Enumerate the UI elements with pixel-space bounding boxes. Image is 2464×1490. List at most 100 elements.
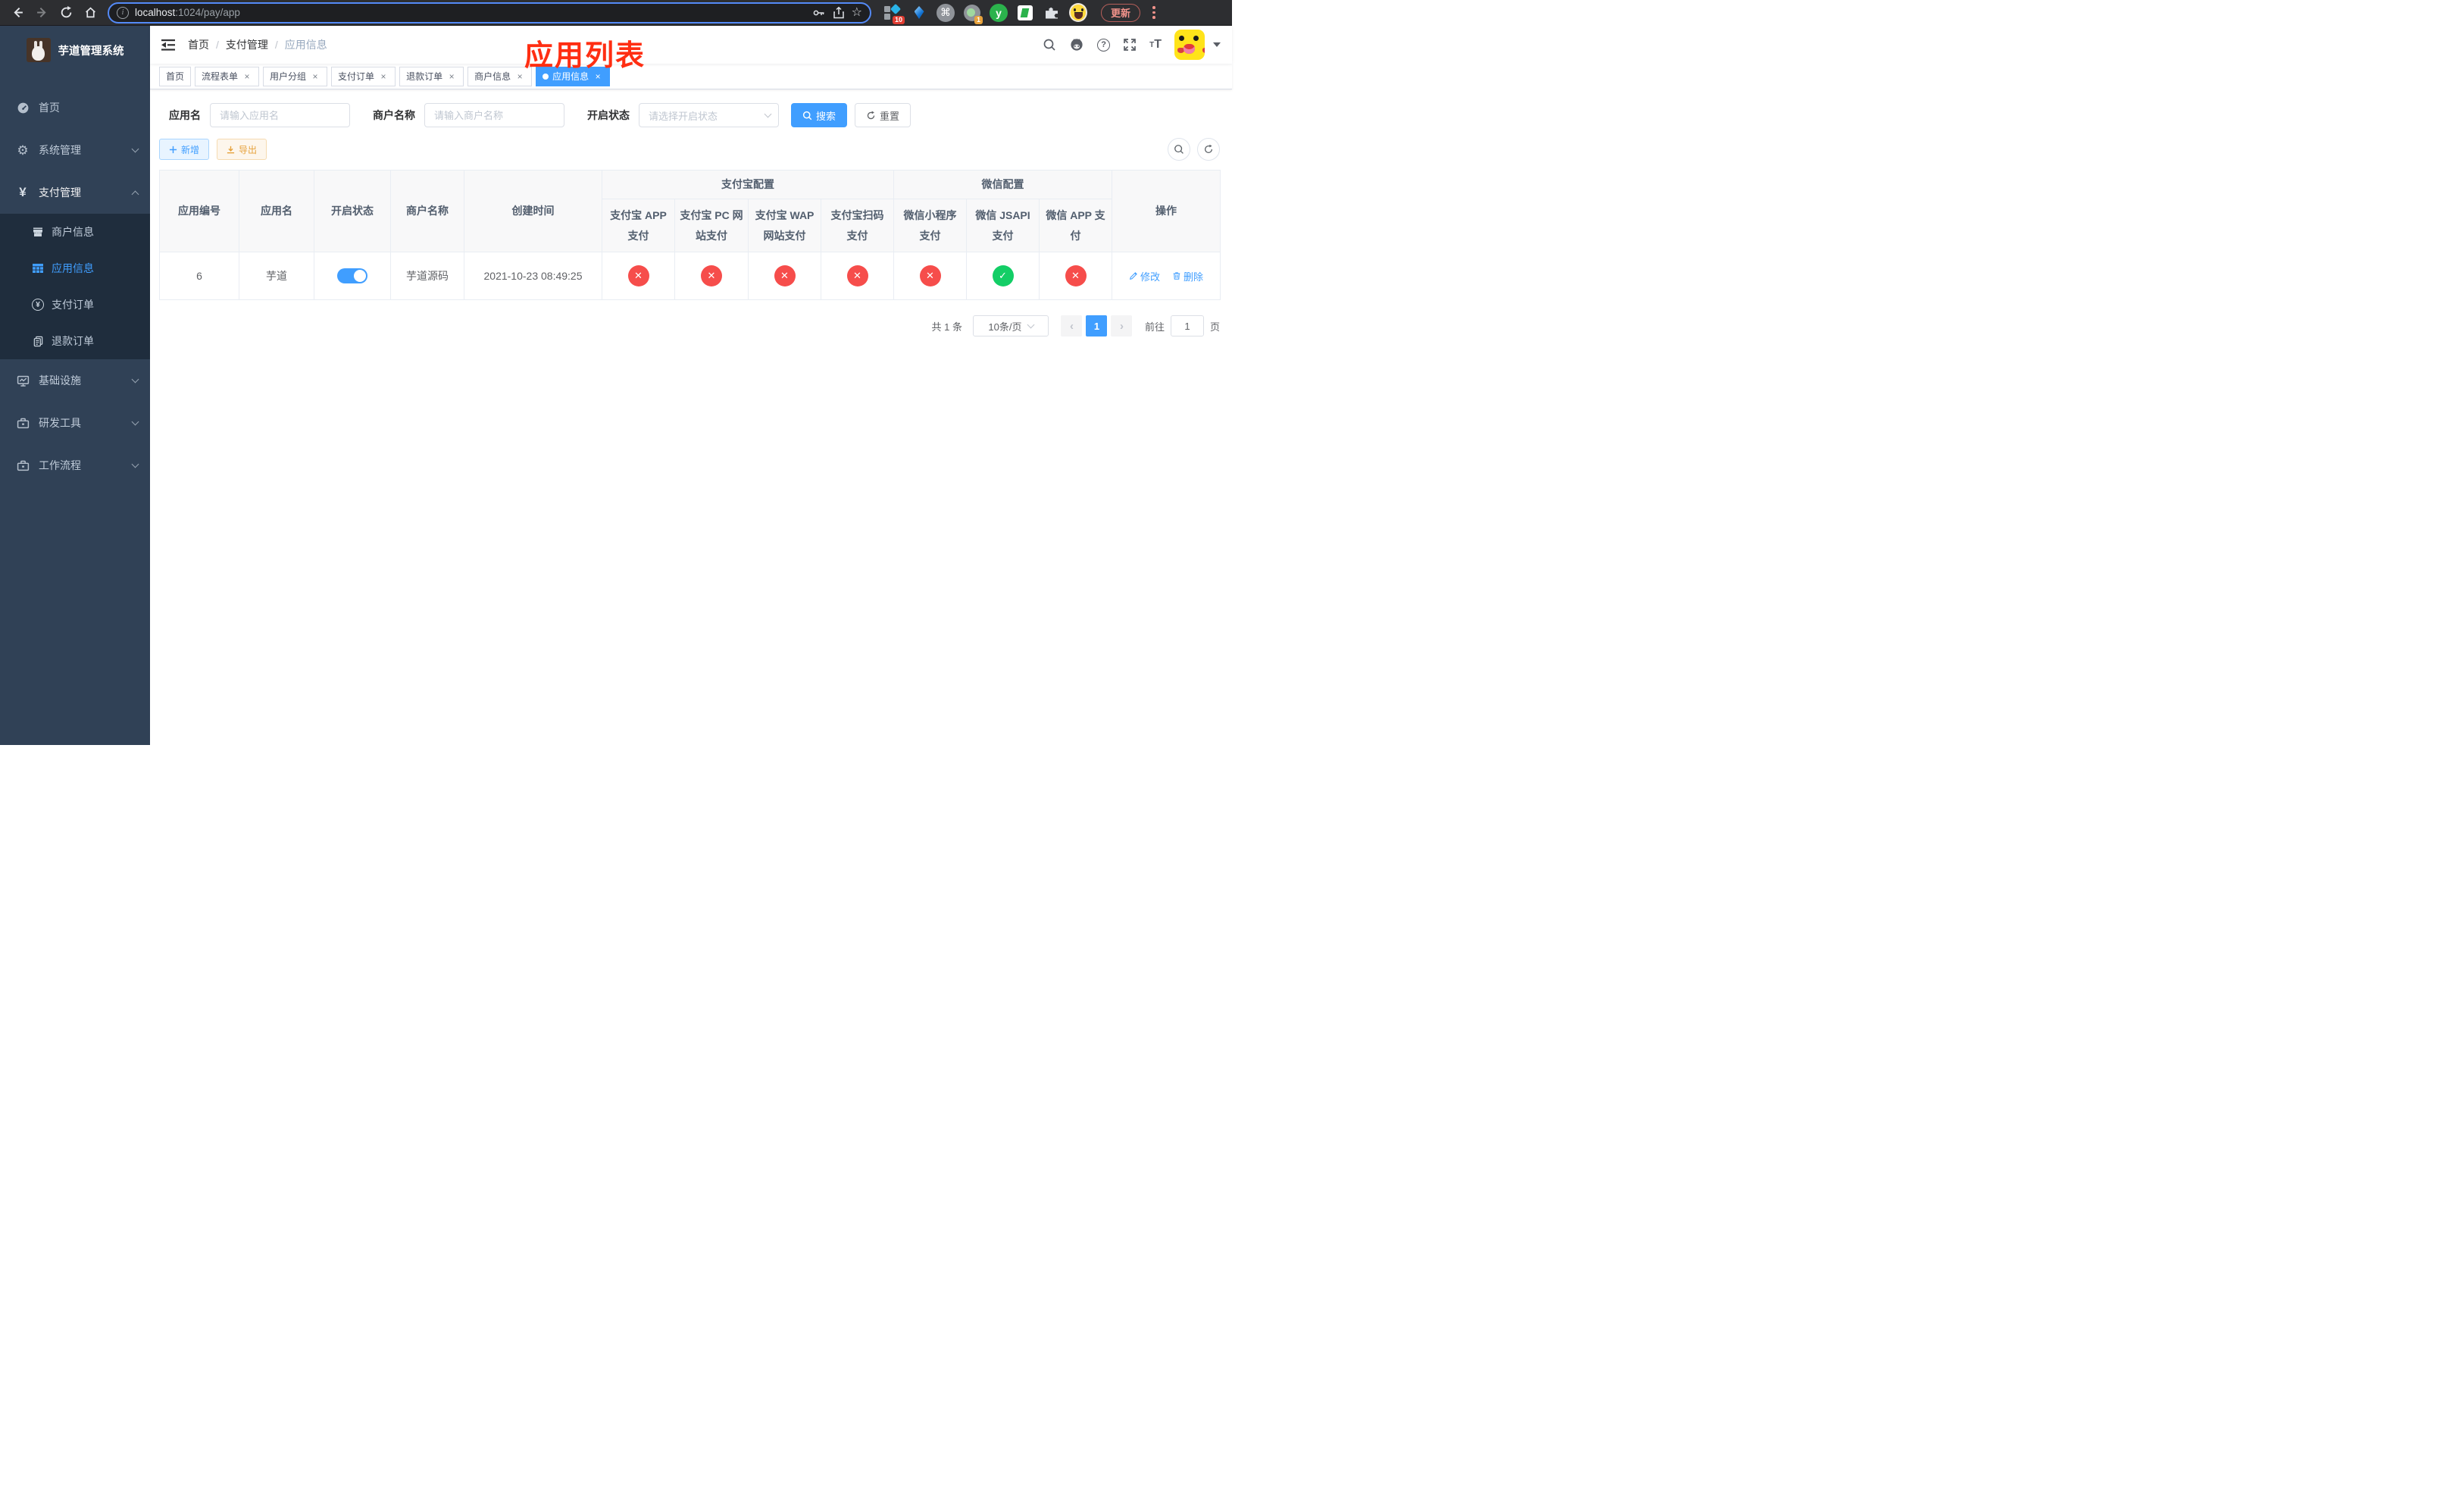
grid-table-icon [29, 262, 47, 274]
group-alipay-config: 支付宝配置 [602, 170, 894, 199]
github-icon[interactable] [1069, 37, 1084, 52]
close-icon[interactable]: × [514, 71, 525, 82]
avatar-caret-icon[interactable] [1213, 42, 1221, 47]
delete-button[interactable]: 删除 [1172, 269, 1203, 283]
tab-user-group[interactable]: 用户分组 × [263, 66, 328, 86]
sidebar-item-infrastructure[interactable]: 基础设施 [0, 359, 150, 402]
back-icon[interactable] [8, 3, 27, 23]
tab-process-form[interactable]: 流程表单 × [195, 66, 260, 86]
col-app-id: 应用编号 [159, 169, 239, 253]
site-info-icon[interactable]: i [117, 6, 129, 19]
app-name-label: 应用名 [169, 109, 201, 121]
y-extension-icon[interactable]: y [990, 3, 1008, 22]
gear-icon [14, 144, 32, 157]
sidebar-item-workflow[interactable]: 工作流程 [0, 444, 150, 487]
page-size-select[interactable]: 10条/页 [972, 315, 1049, 337]
col-actions: 操作 [1112, 169, 1221, 253]
font-size-icon[interactable]: TT [1149, 38, 1162, 52]
sidebar-item-dev-tools[interactable]: 研发工具 [0, 402, 150, 444]
col-wechat-mini: 微信小程序支付 [893, 198, 967, 253]
sidebar-item-pay-order[interactable]: ¥ 支付订单 [0, 286, 150, 323]
next-page-button[interactable]: › [1111, 315, 1133, 337]
close-icon[interactable]: × [446, 71, 457, 82]
extensions-tray: 10 ⌘ 1 y [883, 3, 1087, 24]
toolbox-icon [14, 417, 32, 430]
forward-icon[interactable] [32, 3, 52, 23]
share-icon[interactable] [832, 6, 846, 20]
col-wechat-jsapi: 微信 JSAPI 支付 [966, 198, 1040, 253]
export-button[interactable]: 导出 [217, 139, 267, 160]
breadcrumb-payment[interactable]: 支付管理 [226, 37, 268, 52]
kite-extension-icon[interactable] [910, 4, 928, 22]
breadcrumb: 首页 / 支付管理 / 应用信息 [188, 37, 327, 52]
group-wechat-config: 微信配置 [893, 170, 1112, 199]
tab-merchant-info[interactable]: 商户信息 × [467, 66, 533, 86]
tab-refund-order[interactable]: 退款订单 × [399, 66, 464, 86]
yen-icon [14, 185, 32, 200]
profile-avatar[interactable] [1069, 3, 1087, 22]
bookmark-star-icon[interactable]: ☆ [852, 6, 862, 19]
breadcrumb-home[interactable]: 首页 [188, 37, 209, 52]
url-bar[interactable]: i localhost:1024/pay/app ☆ [108, 2, 871, 23]
reset-button[interactable]: 重置 [855, 103, 911, 127]
chevron-down-icon [131, 460, 139, 468]
search-button[interactable]: 搜索 [791, 103, 848, 127]
help-icon[interactable]: ? [1097, 38, 1111, 52]
status-toggle[interactable] [337, 268, 367, 284]
app-name-input[interactable] [210, 103, 350, 127]
prev-page-button[interactable]: ‹ [1061, 315, 1083, 337]
fullscreen-icon[interactable] [1123, 38, 1137, 52]
chrome-menu-icon[interactable] [1152, 6, 1155, 19]
merchant-name-label: 商户名称 [373, 109, 415, 121]
navbar: 首页 / 支付管理 / 应用信息 ? T T [150, 26, 1232, 64]
sidebar-item-home[interactable]: 首页 [0, 86, 150, 129]
merchant-name-input[interactable] [424, 103, 564, 127]
status-select[interactable]: 请选择开启状态 [639, 103, 779, 127]
yen-circle-icon: ¥ [29, 299, 47, 311]
reload-icon[interactable] [56, 3, 76, 23]
close-icon[interactable]: × [310, 71, 321, 82]
url-text: localhost:1024/pay/app [135, 7, 240, 18]
edit-button[interactable]: 修改 [1129, 269, 1160, 283]
tab-home[interactable]: 首页 [159, 66, 192, 86]
chevron-down-icon [1027, 321, 1034, 329]
close-icon[interactable]: × [378, 71, 389, 82]
active-dot [543, 73, 549, 80]
page-1-button[interactable]: 1 [1086, 315, 1108, 337]
breadcrumb-current: 应用信息 [284, 39, 327, 51]
goto-page-input[interactable] [1170, 315, 1204, 337]
command-extension-icon[interactable]: ⌘ [937, 3, 955, 22]
payment-submenu: 商户信息 应用信息 ¥ 支付订单 退款订单 [0, 214, 150, 359]
user-avatar[interactable] [1174, 30, 1205, 60]
pay-status-icon [992, 265, 1014, 287]
chrome-update-button[interactable]: 更新 [1101, 3, 1141, 22]
chevron-down-icon [764, 110, 772, 118]
refresh-button[interactable] [1197, 138, 1220, 161]
sidebar-logo[interactable]: 芋道管理系统 [0, 26, 150, 68]
annotation-title: 应用列表 [524, 40, 646, 72]
add-button[interactable]: 新增 [159, 139, 210, 160]
home-icon[interactable] [80, 3, 100, 23]
sidebar-item-app-info[interactable]: 应用信息 [0, 250, 150, 286]
proxy-extension-icon[interactable]: 1 [963, 4, 983, 24]
col-alipay-pc: 支付宝 PC 网站支付 [674, 198, 749, 253]
sidebar-item-system[interactable]: 系统管理 [0, 129, 150, 171]
cell-app-id: 6 [159, 252, 239, 301]
search-icon[interactable] [1043, 38, 1056, 52]
logo-avatar [26, 38, 51, 62]
tampermonkey-extension-icon[interactable]: 10 [883, 3, 905, 24]
screen: i localhost:1024/pay/app ☆ 10 ⌘ 1 y 更新 芋… [0, 0, 1232, 745]
toolbox-icon [14, 459, 32, 472]
sidebar-collapse-icon[interactable] [161, 39, 176, 52]
col-wechat-app: 微信 APP 支付 [1039, 198, 1112, 253]
close-icon[interactable]: × [242, 71, 252, 82]
show-search-toggle-button[interactable] [1168, 138, 1190, 161]
sidebar-item-payment[interactable]: 支付管理 [0, 171, 150, 214]
password-key-icon[interactable] [812, 6, 826, 20]
extensions-puzzle-icon[interactable] [1043, 4, 1061, 22]
notes-extension-icon[interactable] [1016, 4, 1034, 22]
documents-icon [29, 336, 47, 347]
tab-pay-order[interactable]: 支付订单 × [331, 66, 396, 86]
sidebar-item-merchant-info[interactable]: 商户信息 [0, 214, 150, 250]
sidebar-item-refund-order[interactable]: 退款订单 [0, 323, 150, 359]
